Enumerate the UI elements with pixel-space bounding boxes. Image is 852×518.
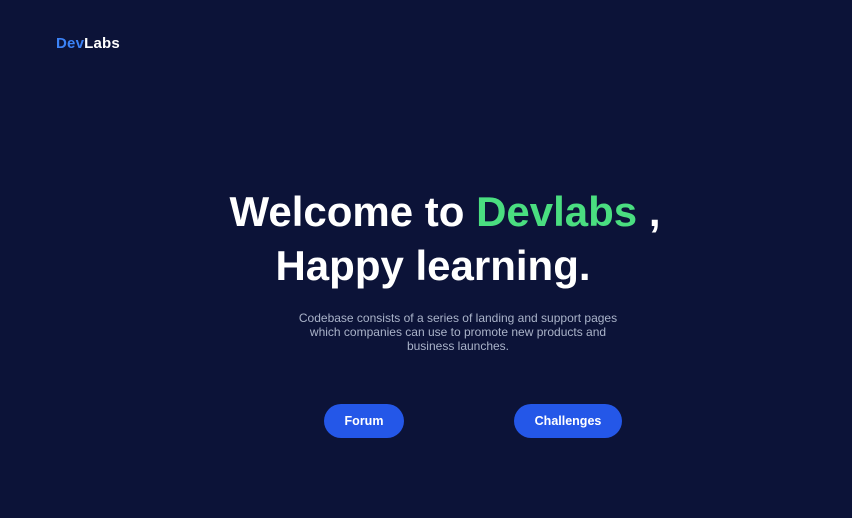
hero-title-brand: Devlabs <box>476 188 638 235</box>
devlabs-logo[interactable]: DevLabs <box>56 35 120 52</box>
logo-text-dev: Dev <box>56 35 85 52</box>
challenges-button[interactable]: Challenges <box>514 404 622 438</box>
hero-subtitle-line-1: Codebase consists of a series of landing… <box>298 311 618 325</box>
landing-page: DevLabs Welcome to Devlabs , Happy learn… <box>0 0 852 518</box>
hero-subtitle-line-2: which companies can use to promote new p… <box>309 325 607 339</box>
hero-title-suffix: , <box>637 188 661 235</box>
hero-title-prefix: Welcome to <box>229 188 477 235</box>
hero-subtitle-line-3: business launches. <box>406 339 510 353</box>
hero-title-line-2: Happy learning. <box>275 242 591 289</box>
hero-title-line-1: Welcome to Devlabs , <box>0 185 852 239</box>
hero-subtitle: Codebase consists of a series of landing… <box>276 311 640 353</box>
forum-button[interactable]: Forum <box>324 404 404 438</box>
hero-title: Welcome to Devlabs , Happy learning. <box>0 185 852 293</box>
logo-text-labs: Labs <box>84 35 120 52</box>
